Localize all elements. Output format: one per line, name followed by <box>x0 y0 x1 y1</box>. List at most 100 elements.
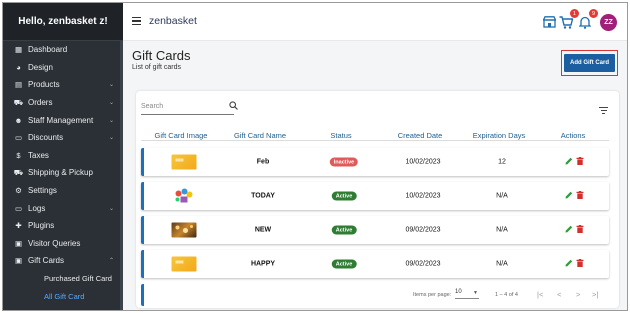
topbar: zenbasket 1 9 ZZ <box>123 3 627 41</box>
sidebar-item-label: Shipping & Pickup <box>28 168 93 178</box>
expiration-days: 12 <box>498 158 506 166</box>
bell-icon[interactable]: 9 <box>577 9 598 30</box>
sidebar-item-label: Visitor Queries <box>28 238 81 248</box>
gift-card-image <box>171 188 197 204</box>
last-page-button[interactable]: >| <box>592 290 598 299</box>
sidebar-item-logs[interactable]: ▭ Logs ⌄ <box>11 199 123 217</box>
search-input[interactable]: Search <box>141 103 163 110</box>
edit-icon[interactable] <box>565 225 573 235</box>
table-row: Feb Inactive 10/02/2023 12 <box>141 148 609 176</box>
column-header-name: Gift Card Name <box>233 131 287 140</box>
cart-icon[interactable]: 1 <box>558 9 579 30</box>
chevron-up-icon[interactable]: ⌃ <box>109 257 114 264</box>
previous-page-button[interactable]: < <box>557 290 561 299</box>
status-badge: Active <box>331 259 357 269</box>
sidebar-item-label: Plugins <box>28 221 55 231</box>
delete-icon[interactable] <box>576 259 584 269</box>
sidebar-item-icon: ▣ <box>14 256 23 266</box>
add-gift-card-button[interactable]: Add Gift Card <box>564 54 615 72</box>
app-window: Hello, zenbasket z! ▦ Dashboard ◕ Design ▤ Pr… <box>2 2 628 311</box>
delete-icon[interactable] <box>576 157 584 167</box>
edit-icon[interactable] <box>565 191 573 201</box>
sidebar-item-icon: ⛟ <box>13 97 24 107</box>
status-badge: Inactive <box>329 157 359 167</box>
expiration-days: N/A <box>496 192 508 200</box>
brand-name[interactable]: zenbasket <box>149 15 197 27</box>
expiration-days: N/A <box>496 260 508 268</box>
first-page-button[interactable]: |< <box>537 290 543 299</box>
sidebar-subitem-all-gift-card[interactable]: All Gift Card <box>11 287 123 305</box>
sidebar-item-taxes[interactable]: $ Taxes <box>11 147 123 165</box>
sidebar-item-discounts[interactable]: ▭ Discounts ⌄ <box>11 129 123 147</box>
delete-icon[interactable] <box>576 191 584 201</box>
gift-cards-table-card: Search Gift Card Image Gift Card Name St… <box>136 91 619 308</box>
sidebar-item-products[interactable]: ▤ Products ⌄ <box>11 76 123 94</box>
notification-badge: 9 <box>589 9 598 18</box>
sidebar-item-icon: ▤ <box>14 80 23 90</box>
sidebar-item-icon: $ <box>16 150 21 160</box>
search-field[interactable]: Search <box>141 101 238 115</box>
sidebar-item-plugins[interactable]: ✚ Plugins <box>11 217 123 235</box>
chevron-down-icon[interactable]: ⌄ <box>109 99 114 106</box>
sidebar-scrollbar[interactable] <box>120 41 123 310</box>
chevron-down-icon: ▼ <box>473 290 478 296</box>
sidebar-item-design[interactable]: ◕ Design <box>11 59 123 77</box>
chevron-down-icon[interactable]: ⌄ <box>109 205 114 212</box>
table-row: TODAY Active 10/02/2023 N/A <box>141 182 609 210</box>
sidebar-item-visitor-queries[interactable]: ▣ Visitor Queries <box>11 235 123 253</box>
created-date: 10/02/2023 <box>405 158 441 166</box>
sidebar-item-label: Logs <box>28 203 46 213</box>
sidebar: Hello, zenbasket z! ▦ Dashboard ◕ Design ▤ Pr… <box>3 3 123 310</box>
filter-icon[interactable] <box>599 107 608 114</box>
column-header-status: Status <box>330 131 352 140</box>
avatar[interactable]: ZZ <box>600 14 617 31</box>
sidebar-item-icon: ▦ <box>14 45 23 55</box>
edit-icon[interactable] <box>565 157 573 167</box>
sidebar-item-icon: ▣ <box>14 238 23 248</box>
page-subtitle: List of gift cards <box>132 64 182 71</box>
column-header-created: Created Date <box>397 131 443 140</box>
search-icon[interactable] <box>229 101 238 112</box>
sidebar-item-icon: ⚙ <box>15 186 22 196</box>
sidebar-item-orders[interactable]: ⛟ Orders ⌄ <box>11 94 123 112</box>
created-date: 09/02/2023 <box>405 260 441 268</box>
items-per-page-label: Items per page: <box>413 292 452 298</box>
sidebar-item-label: Staff Management <box>28 115 94 125</box>
next-page-button[interactable]: > <box>576 290 580 299</box>
status-badge: Active <box>331 191 357 201</box>
table-row: NEW Active 09/02/2023 N/A <box>141 216 609 244</box>
sidebar-item-gift-cards[interactable]: ▣ Gift Cards ⌃ <box>11 252 123 270</box>
sidebar-item-label: Gift Cards <box>28 256 65 266</box>
expiration-days: N/A <box>496 226 508 234</box>
sidebar-item-label: Dashboard <box>28 45 68 55</box>
sidebar-item-icon: ☻ <box>14 115 23 125</box>
chevron-down-icon[interactable]: ⌄ <box>109 81 114 88</box>
gift-card-image <box>171 222 197 238</box>
items-per-page-select[interactable]: 10 ▼ <box>455 289 479 299</box>
sidebar-item-settings[interactable]: ⚙ Settings <box>11 182 123 200</box>
gift-card-name: TODAY <box>251 192 275 200</box>
sidebar-item-label: Taxes <box>28 150 49 160</box>
sidebar-item-label: Orders <box>28 98 53 108</box>
delete-icon[interactable] <box>576 225 584 235</box>
chevron-down-icon[interactable]: ⌄ <box>109 117 114 124</box>
sidebar-item-shipping-pickup[interactable]: ⛟ Shipping & Pickup <box>11 164 123 182</box>
edit-icon[interactable] <box>565 259 573 269</box>
column-header-actions: Actions <box>560 131 586 140</box>
sidebar-item-label: Settings <box>28 186 57 196</box>
sidebar-item-label: Discounts <box>28 133 64 143</box>
sidebar-item-label: Products <box>28 80 60 90</box>
sidebar-item-icon: ✚ <box>15 221 22 231</box>
sidebar-item-dashboard[interactable]: ▦ Dashboard <box>11 41 123 59</box>
sidebar-item-label: Design <box>28 62 53 72</box>
sidebar-menu: ▦ Dashboard ◕ Design ▤ Products ⌄ ⛟ Orders ⌄ ☻ Staf… <box>11 41 123 310</box>
pagination-range: 1 – 4 of 4 <box>495 292 518 298</box>
items-per-page-value: 10 <box>455 289 462 295</box>
sidebar-subitem-purchased-gift-card[interactable]: Purchased Gift Card <box>11 270 123 288</box>
store-icon[interactable] <box>541 14 557 30</box>
status-badge: Active <box>331 225 357 235</box>
hamburger-menu-icon[interactable] <box>132 17 141 25</box>
sidebar-item-icon: ⛟ <box>13 167 24 177</box>
sidebar-item-staff-management[interactable]: ☻ Staff Management ⌄ <box>11 111 123 129</box>
chevron-down-icon[interactable]: ⌄ <box>109 134 114 141</box>
